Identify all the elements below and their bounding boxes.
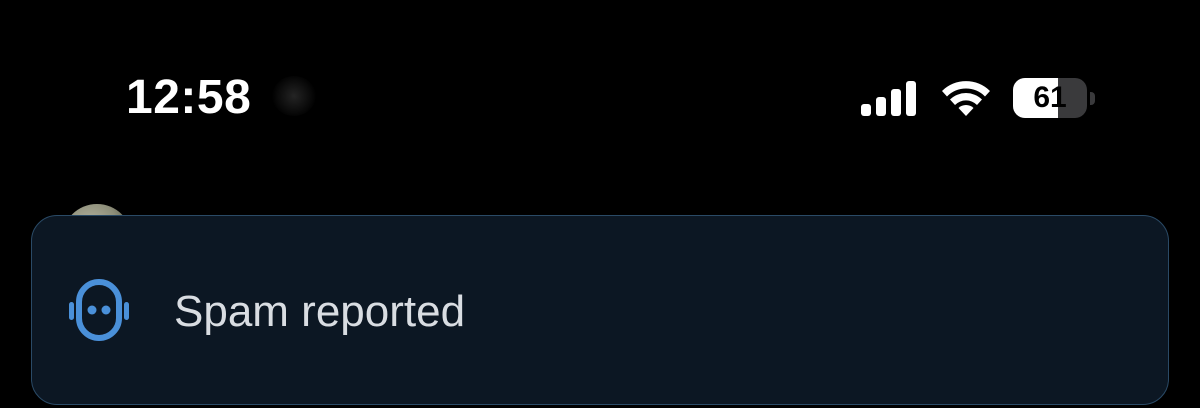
battery-cap [1090, 92, 1095, 105]
battery-body: 61 [1013, 78, 1087, 118]
wifi-icon [942, 81, 990, 116]
battery-icon: 61 [1013, 78, 1089, 118]
battery-level: 61 [1033, 81, 1067, 114]
robot-icon [69, 279, 129, 341]
toast-message: Spam reported [174, 287, 466, 336]
phone-screen: 12:58 61 Spam reported [0, 0, 1200, 408]
status-time: 12:58 [126, 71, 252, 124]
spam-reported-toast[interactable]: Spam reported [31, 215, 1169, 405]
signal-icon [861, 81, 916, 116]
blurred-indicator [272, 76, 316, 116]
